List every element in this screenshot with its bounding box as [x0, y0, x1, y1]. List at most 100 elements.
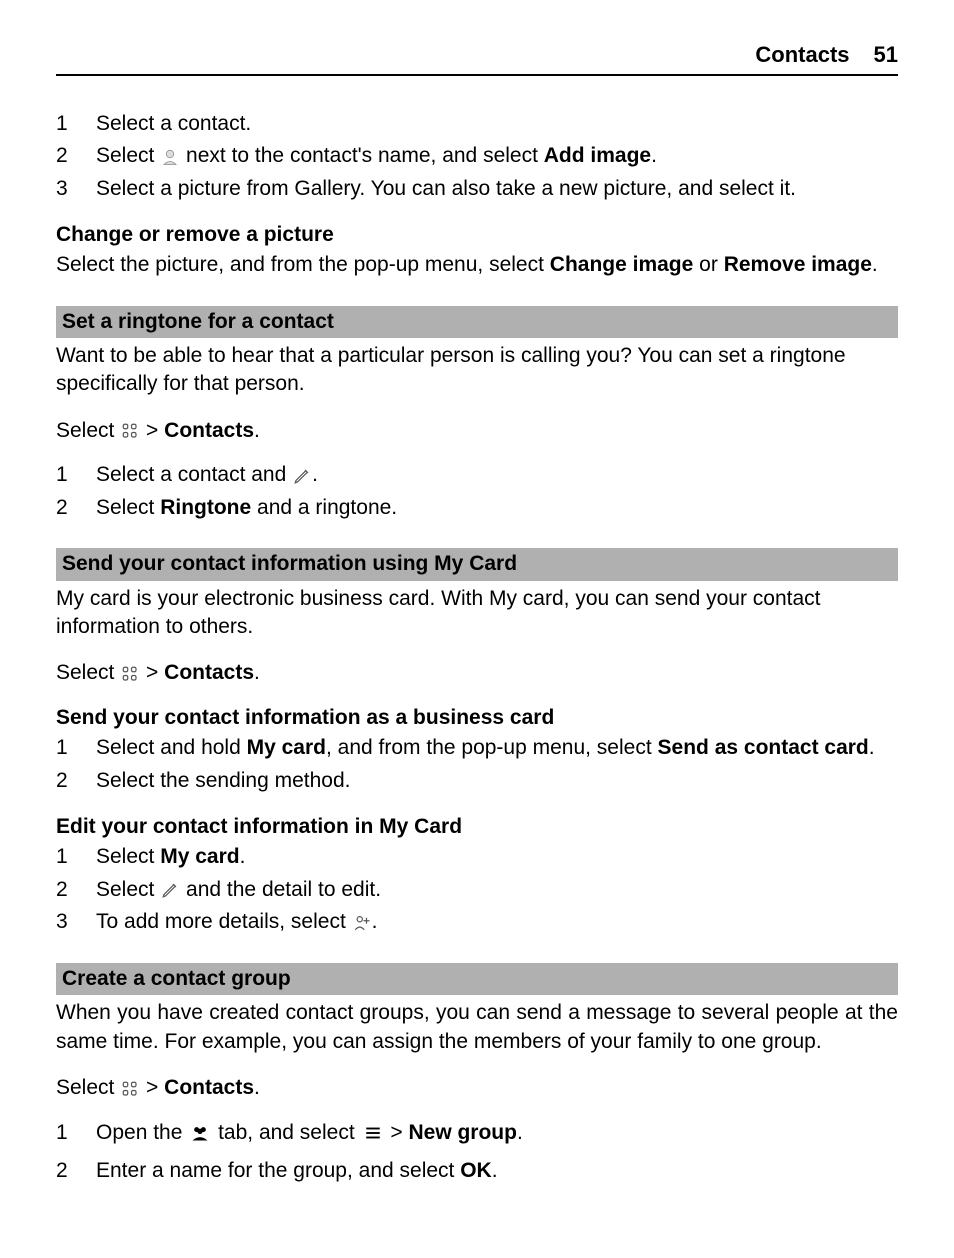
step-text: Select and the detail to edit. — [96, 876, 898, 905]
text-fragment: . — [254, 1076, 260, 1099]
apps-icon — [121, 660, 139, 688]
text-fragment: . — [254, 661, 260, 684]
list-item: 1 Select and hold My card, and from the … — [56, 734, 898, 762]
list-item: 2 Select and the detail to edit. — [56, 876, 898, 905]
text-fragment: . — [240, 845, 246, 868]
text-fragment: Select the picture, and from the pop-up … — [56, 253, 550, 276]
edit-card-steps: 1 Select My card. 2 Select and the detai… — [56, 843, 898, 937]
list-item: 3 To add more details, select . — [56, 908, 898, 937]
step-text: Select and hold My card, and from the po… — [96, 734, 898, 762]
text-fragment: Select a contact and — [96, 463, 292, 486]
paragraph: Select > Contacts. — [56, 417, 898, 446]
bold-text: Ringtone — [160, 496, 251, 519]
text-fragment: and a ringtone. — [257, 496, 397, 519]
step-number: 3 — [56, 908, 96, 937]
people-icon — [189, 1119, 211, 1147]
text-fragment: . — [372, 910, 378, 933]
list-item: 1 Select a contact and . — [56, 461, 898, 490]
text-fragment: > — [390, 1121, 408, 1144]
bold-text: Send as contact card — [658, 736, 869, 759]
step-number: 3 — [56, 175, 96, 203]
step-number: 1 — [56, 461, 96, 490]
text-fragment: Select — [56, 1076, 120, 1099]
text-fragment: . — [872, 253, 878, 276]
text-fragment: . — [517, 1121, 523, 1144]
section-heading: Send your contact information as a busin… — [56, 704, 898, 732]
list-item: 2 Select Ringtone and a ringtone. — [56, 494, 898, 522]
step-number: 1 — [56, 110, 96, 138]
pencil-icon — [161, 876, 179, 904]
text-fragment: Select — [96, 845, 160, 868]
send-biz-steps: 1 Select and hold My card, and from the … — [56, 734, 898, 795]
paragraph: Select the picture, and from the pop-up … — [56, 251, 898, 279]
text-fragment: next to the contact's name, and select — [186, 144, 544, 167]
step-number: 2 — [56, 876, 96, 905]
gray-heading: Set a ringtone for a contact — [56, 306, 898, 338]
bold-text: OK — [460, 1159, 492, 1182]
list-item: 2 Select next to the contact's name, and… — [56, 142, 898, 171]
list-item: 2 Enter a name for the group, and select… — [56, 1157, 898, 1185]
text-fragment: Select — [96, 144, 160, 167]
bold-text: New group — [408, 1121, 517, 1144]
step-text: Select a picture from Gallery. You can a… — [96, 175, 898, 203]
top-steps: 1 Select a contact. 2 Select next to the… — [56, 110, 898, 203]
paragraph: Select > Contacts. — [56, 1074, 898, 1103]
apps-icon — [121, 1074, 139, 1102]
bold-text: Remove image — [724, 253, 872, 276]
bold-text: Contacts — [164, 1076, 254, 1099]
step-number: 1 — [56, 843, 96, 871]
menu-icon — [362, 1119, 384, 1147]
bold-text: Change image — [550, 253, 694, 276]
list-item: 1 Select My card. — [56, 843, 898, 871]
add-detail-icon — [353, 909, 371, 937]
bold-text: Contacts — [164, 419, 254, 442]
text-fragment: Enter a name for the group, and select — [96, 1159, 460, 1182]
step-text: To add more details, select . — [96, 908, 898, 937]
step-number: 2 — [56, 1157, 96, 1185]
step-number: 1 — [56, 734, 96, 762]
text-fragment: > — [146, 661, 164, 684]
text-fragment: > — [146, 419, 164, 442]
gray-heading: Send your contact information using My C… — [56, 548, 898, 580]
ringtone-steps: 1 Select a contact and . 2 Select Ringto… — [56, 461, 898, 522]
list-item: 3 Select a picture from Gallery. You can… — [56, 175, 898, 203]
bold-text: Contacts — [164, 661, 254, 684]
bold-text: My card — [160, 845, 239, 868]
bold-text: Add image — [544, 144, 651, 167]
text-fragment: Select — [96, 878, 160, 901]
section-heading: Edit your contact information in My Card — [56, 813, 898, 841]
text-fragment: . — [492, 1159, 498, 1182]
text-fragment: Open the — [96, 1121, 188, 1144]
page-header: Contacts 51 — [56, 40, 898, 76]
pencil-icon — [293, 462, 311, 490]
text-fragment: . — [651, 144, 657, 167]
text-fragment: . — [254, 419, 260, 442]
step-text: Open the tab, and select > New group. — [96, 1119, 898, 1148]
step-text: Select a contact. — [96, 110, 898, 138]
text-fragment: , and from the pop-up menu, select — [326, 736, 658, 759]
step-text: Select My card. — [96, 843, 898, 871]
section-heading: Change or remove a picture — [56, 221, 898, 249]
step-text: Select the sending method. — [96, 767, 898, 795]
text-fragment: Select — [96, 496, 160, 519]
text-fragment: Select — [56, 661, 120, 684]
text-fragment: and the detail to edit. — [186, 878, 381, 901]
text-fragment: or — [699, 253, 724, 276]
list-item: 1 Select a contact. — [56, 110, 898, 138]
text-fragment: . — [312, 463, 318, 486]
step-text: Select Ringtone and a ringtone. — [96, 494, 898, 522]
paragraph: When you have created contact groups, yo… — [56, 999, 898, 1056]
manual-page: Contacts 51 1 Select a contact. 2 Select… — [0, 0, 954, 1258]
text-fragment: Select and hold — [96, 736, 247, 759]
text-fragment: tab, and select — [218, 1121, 360, 1144]
apps-icon — [121, 417, 139, 445]
gray-heading: Create a contact group — [56, 963, 898, 995]
step-text: Select a contact and . — [96, 461, 898, 490]
step-text: Select next to the contact's name, and s… — [96, 142, 898, 171]
text-fragment: To add more details, select — [96, 910, 352, 933]
text-fragment: . — [869, 736, 875, 759]
step-number: 2 — [56, 767, 96, 795]
list-item: 1 Open the tab, and select > New group. — [56, 1119, 898, 1148]
step-number: 2 — [56, 142, 96, 171]
paragraph: Select > Contacts. — [56, 659, 898, 688]
